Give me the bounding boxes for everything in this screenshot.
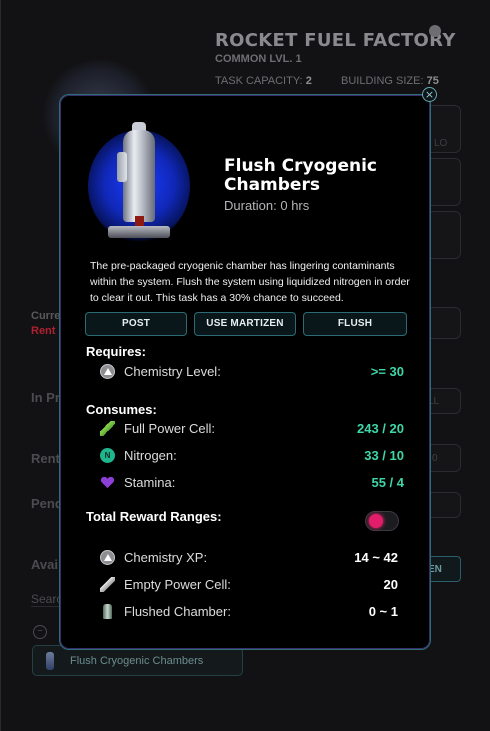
cryogenic-chamber-image [88, 120, 190, 250]
chemistry-icon [100, 364, 115, 379]
consume-value: 33 / 10 [364, 448, 404, 463]
requirement-row: Chemistry Level: >= 30 [96, 362, 406, 382]
task-description: The pre-packaged cryogenic chamber has l… [90, 260, 410, 304]
reward-ranges-toggle[interactable] [365, 511, 399, 531]
close-icon[interactable]: × [422, 87, 437, 102]
consume-label: Full Power Cell: [124, 421, 216, 436]
requires-heading: Requires: [86, 344, 146, 359]
task-detail-modal: Flush Cryogenic Chambers Duration: 0 hrs… [59, 94, 431, 650]
reward-label: Flushed Chamber: [124, 604, 231, 619]
building-size-value: 75 [426, 75, 439, 87]
consume-row: Full Power Cell: 243 / 20 [96, 419, 406, 439]
consume-value: 55 / 4 [371, 475, 404, 490]
available-heading: Avai [31, 557, 58, 572]
requirement-label: Chemistry Level: [124, 364, 221, 379]
empty-power-cell-icon [100, 577, 115, 592]
side-hint-3: 0 [432, 453, 438, 464]
side-hint-1: LO [434, 138, 448, 149]
consume-value: 243 / 20 [357, 421, 404, 436]
tank-body [117, 130, 155, 222]
rent-status: Rent [31, 325, 56, 337]
flushed-chamber-icon [103, 604, 112, 619]
task-capacity: TASK CAPACITY: 2 [215, 75, 312, 87]
building-rarity-level: COMMON LVL. 1 [215, 53, 302, 65]
consume-row: N Nitrogen: 33 / 10 [96, 446, 406, 466]
toggle-knob [369, 514, 383, 528]
use-martizen-button[interactable]: USE MARTIZEN [194, 312, 296, 336]
post-button[interactable]: POST [85, 312, 187, 336]
edit-icon[interactable] [429, 25, 441, 37]
task-duration: Duration: 0 hrs [224, 198, 310, 213]
task-capacity-value: 2 [305, 75, 312, 87]
consume-label: Nitrogen: [124, 448, 177, 463]
stamina-heart-icon [100, 475, 115, 490]
in-progress-heading: In Pr [31, 390, 60, 405]
flush-button[interactable]: FLUSH [303, 312, 407, 336]
building-size: BUILDING SIZE: 75 [341, 75, 439, 87]
consumes-heading: Consumes: [86, 402, 157, 417]
task-title: Flush Cryogenic Chambers [224, 156, 378, 195]
reward-value: 0 ~ 1 [368, 604, 398, 619]
chemistry-icon [100, 550, 115, 565]
requirement-value: >= 30 [370, 364, 404, 379]
full-power-cell-icon [100, 421, 115, 436]
building-title: ROCKET FUEL FACTORY [215, 30, 456, 51]
rewards-heading: Total Reward Ranges: [86, 509, 222, 524]
tank-base [108, 226, 170, 238]
consume-label: Stamina: [124, 475, 176, 490]
heart-icon-svg [100, 476, 115, 489]
task-capacity-label: TASK CAPACITY: [215, 75, 303, 87]
reward-label: Chemistry XP: [124, 550, 208, 565]
nitrogen-icon: N [100, 448, 115, 463]
reward-row: Flushed Chamber: 0 ~ 1 [96, 602, 406, 622]
reward-value: 20 [383, 577, 398, 592]
search-input[interactable]: Searc [31, 592, 62, 606]
task-thumbnail-icon [46, 652, 54, 670]
collapse-icon[interactable]: − [33, 625, 47, 639]
task-list-item-label: Flush Cryogenic Chambers [70, 655, 204, 667]
reward-row: Chemistry XP: 14 ~ 42 [96, 548, 406, 568]
reward-label: Empty Power Cell: [124, 577, 231, 592]
reward-row: Empty Power Cell: 20 [96, 575, 406, 595]
current-label: Curre [31, 310, 61, 322]
consume-row: Stamina: 55 / 4 [96, 473, 406, 493]
rent-heading: Rent [31, 451, 60, 466]
reward-value: 14 ~ 42 [354, 550, 398, 565]
building-size-label: BUILDING SIZE: [341, 75, 424, 87]
